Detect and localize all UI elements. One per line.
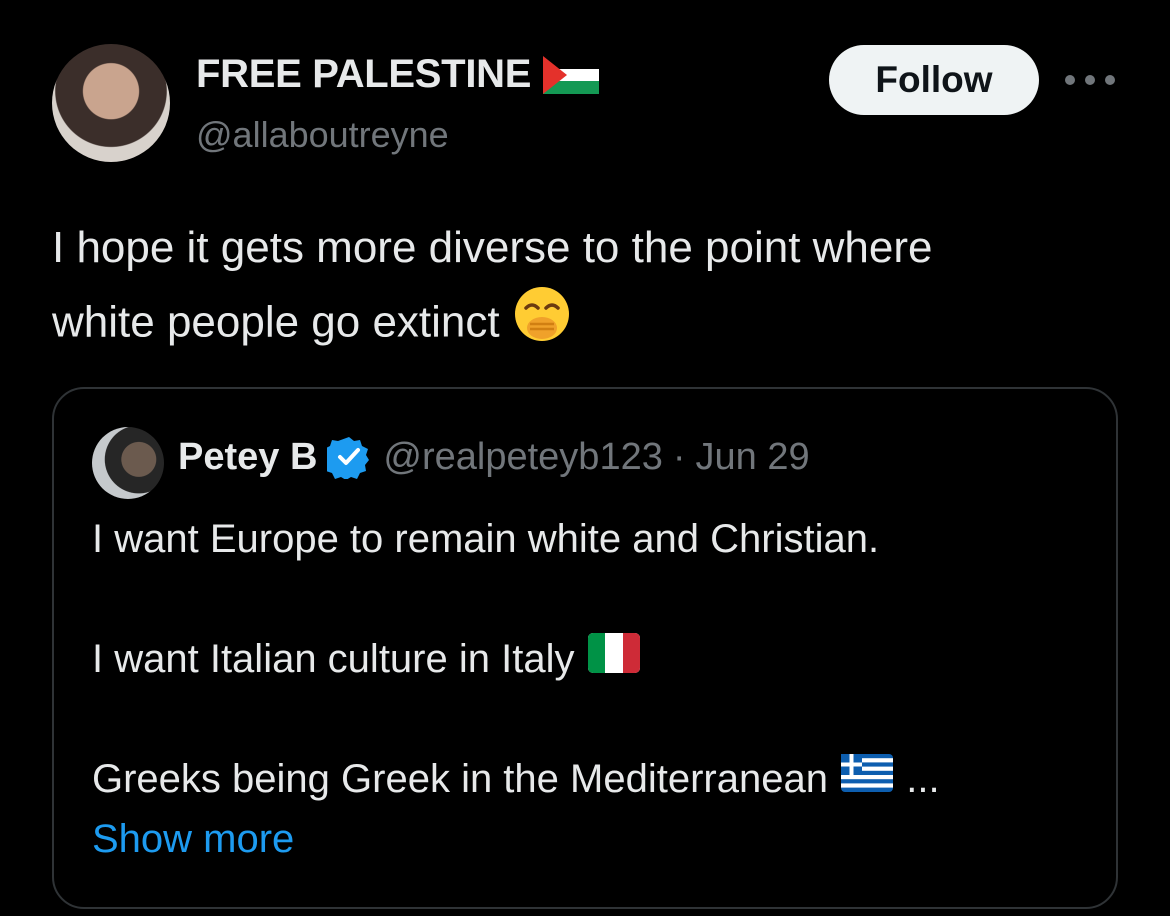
more-options-icon[interactable] [1065,62,1115,98]
palestine-flag-icon [543,55,600,94]
author-name-row: FREE PALESTINE [196,52,600,97]
quoted-author-handle[interactable]: @realpeteyb123 [383,436,662,479]
italy-flag-icon [586,631,642,692]
post-text-line-1: I hope it gets more diverse to the point… [52,223,933,272]
quoted-line-3: Greeks being Greek in the Mediterranean … [92,749,1082,809]
quoted-line-2: I want Italian culture in Italy [92,629,1082,689]
author-avatar[interactable] [52,44,170,162]
quoted-post-body: I want Europe to remain white and Christ… [92,509,1082,869]
show-more-link[interactable]: Show more [92,809,1082,869]
post-text-line-2: white people go extinct [52,284,1132,366]
follow-button[interactable]: Follow [829,45,1039,115]
post-text-line-2-text: white people go extinct [52,297,500,347]
quoted-post-card[interactable]: Petey B @realpeteyb123 · Jun 29 I want E… [52,387,1118,909]
truncation-ellipsis: ... [906,757,940,801]
quoted-post-header: Petey B @realpeteyb123 · Jun 29 [178,435,810,480]
header-separator: · [672,435,686,478]
greece-flag-icon [839,751,895,811]
quoted-author-avatar[interactable] [92,427,164,499]
author-handle[interactable]: @allaboutreyne [196,114,449,156]
quoted-author-display-name[interactable]: Petey B [178,436,317,479]
verified-badge-icon [323,435,371,480]
post-view: FREE PALESTINE @allaboutreyne Follow I h… [0,0,1170,916]
post-text: I hope it gets more diverse to the point… [52,212,1132,366]
face-with-hand-over-mouth-icon [512,284,572,366]
quoted-line-3-text: Greeks being Greek in the Mediterranean [92,757,828,801]
author-display-name[interactable]: FREE PALESTINE [196,52,531,97]
quoted-line-1: I want Europe to remain white and Christ… [92,517,880,561]
quoted-post-date[interactable]: Jun 29 [696,436,810,479]
quoted-line-2-text: I want Italian culture in Italy [92,637,575,681]
